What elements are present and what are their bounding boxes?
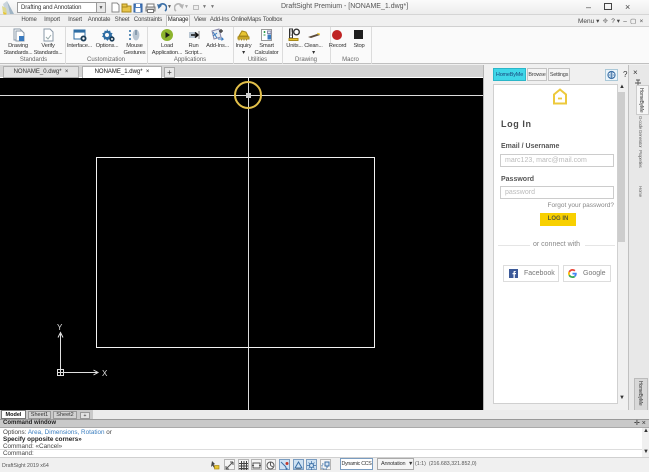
svg-text:Y: Y: [57, 323, 63, 332]
svg-text:X: X: [102, 369, 108, 378]
